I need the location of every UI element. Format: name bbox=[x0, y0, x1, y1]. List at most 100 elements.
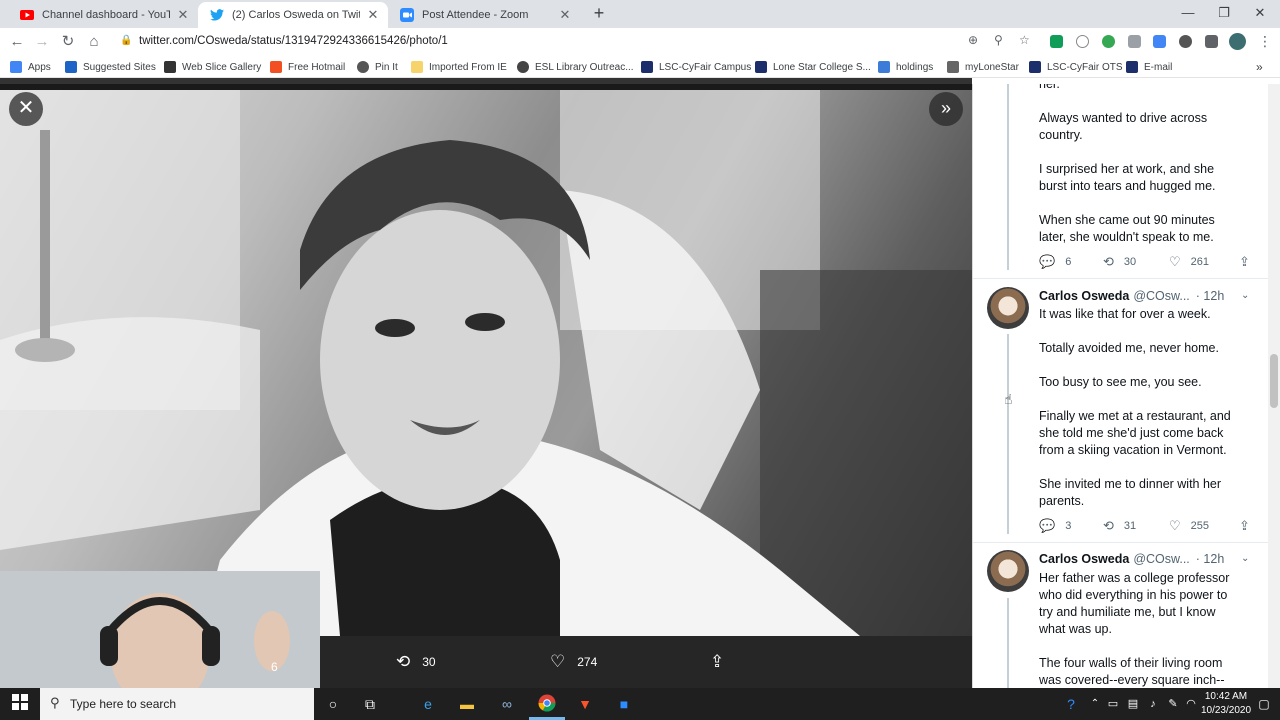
bookmark-lsc-cyfair-ots[interactable]: LSC-CyFair OTS bbox=[1029, 60, 1123, 74]
bookmark-label: Free Hotmail bbox=[288, 61, 346, 73]
pen-icon[interactable]: ✎ bbox=[1163, 694, 1183, 714]
back-button[interactable]: ← bbox=[7, 32, 27, 52]
reply-button[interactable]: 💬 6 bbox=[1039, 254, 1071, 270]
bookmark-web-slice-gallery[interactable]: Web Slice Gallery bbox=[164, 60, 261, 74]
star-logo-icon bbox=[641, 61, 653, 73]
tab-twitter[interactable]: (2) Carlos Osweda on Twitter: "H ✕ bbox=[198, 2, 388, 28]
network-icon[interactable]: ▤ bbox=[1123, 694, 1143, 714]
forward-button[interactable]: → bbox=[32, 32, 52, 52]
bookmark-star-icon[interactable]: ☆ bbox=[1019, 33, 1030, 47]
share-button[interactable]: ⇪ bbox=[1239, 254, 1260, 270]
photo-viewer: ✕ » ⟲ 30 ♡ 274 ⇪ AMERICA 6 bbox=[0, 84, 972, 688]
tab-youtube[interactable]: Channel dashboard - YouTube St ✕ bbox=[8, 2, 198, 28]
chrome-icon[interactable] bbox=[537, 694, 557, 714]
help-icon[interactable]: ? bbox=[1061, 694, 1081, 714]
bookmark-label: myLoneStar bbox=[965, 61, 1019, 73]
bookmark-apps[interactable]: Apps bbox=[10, 60, 51, 74]
reload-button[interactable]: ↻ bbox=[58, 32, 78, 52]
chevron-down-icon[interactable]: ⌄ bbox=[1241, 553, 1249, 564]
retweet-button[interactable]: ⟲ 30 bbox=[1103, 254, 1136, 270]
like-button[interactable]: ♡ 274 bbox=[550, 652, 597, 672]
tweet-time[interactable]: · 12h bbox=[1196, 289, 1225, 303]
bookmark-label: ESL Library Outreac... bbox=[535, 61, 634, 73]
scrollbar-thumb[interactable] bbox=[1270, 354, 1278, 408]
clock-date: 10/23/2020 bbox=[1200, 705, 1252, 716]
tray-icon[interactable]: ▭ bbox=[1103, 694, 1123, 714]
avatar[interactable] bbox=[987, 550, 1029, 592]
extension-icon[interactable] bbox=[1102, 35, 1115, 48]
profile-avatar[interactable] bbox=[1229, 33, 1246, 50]
window-close-button[interactable]: ✕ bbox=[1242, 0, 1278, 28]
brave-icon[interactable]: ▼ bbox=[575, 694, 595, 714]
close-icon[interactable]: ✕ bbox=[558, 7, 572, 23]
share-icon: ⇪ bbox=[1239, 518, 1250, 533]
tweet-divider bbox=[973, 278, 1280, 279]
close-photo-button[interactable]: ✕ bbox=[9, 92, 43, 126]
volume-icon[interactable]: ♪ bbox=[1143, 694, 1163, 714]
thread-scrollbar[interactable] bbox=[1268, 84, 1280, 688]
bookmark-lone-star-college[interactable]: Lone Star College S... bbox=[755, 60, 871, 74]
new-tab-button[interactable]: + bbox=[588, 4, 610, 24]
avatar[interactable] bbox=[987, 287, 1029, 329]
extension-icon[interactable] bbox=[1128, 35, 1141, 48]
tweet-time[interactable]: · 12h bbox=[1196, 552, 1225, 566]
extension-icon[interactable] bbox=[1050, 35, 1063, 48]
cast-icon[interactable]: ⊕ bbox=[968, 33, 978, 47]
author-name[interactable]: Carlos Osweda bbox=[1039, 289, 1129, 303]
tab-zoom[interactable]: Post Attendee - Zoom ✕ bbox=[388, 2, 580, 28]
bookmark-esl-library[interactable]: ESL Library Outreac... bbox=[517, 60, 634, 74]
home-button[interactable]: ⌂ bbox=[84, 32, 104, 52]
reply-button[interactable]: 💬 3 bbox=[1039, 518, 1071, 534]
cortana-icon[interactable]: ○ bbox=[323, 694, 343, 714]
zoom-app-icon[interactable]: ■ bbox=[614, 694, 634, 714]
address-bar[interactable]: 🔒 twitter.com/COsweda/status/13194729243… bbox=[112, 31, 1042, 53]
bookmark-lsc-cyfair-campus[interactable]: LSC-CyFair Campus bbox=[641, 60, 751, 74]
chevron-down-icon[interactable]: ⌄ bbox=[1241, 290, 1249, 301]
retweet-button[interactable]: ⟲ 31 bbox=[1103, 518, 1136, 534]
expand-thread-button[interactable]: » bbox=[929, 92, 963, 126]
tweet-photo[interactable] bbox=[0, 90, 972, 636]
tweet-actions: 💬 3 ⟲ 31 ♡ 255 ⇪ bbox=[1039, 518, 1253, 534]
bookmark-imported-from-ie[interactable]: Imported From IE bbox=[411, 60, 507, 74]
more-menu-icon[interactable]: ⋮ bbox=[1258, 33, 1272, 50]
task-view-icon[interactable]: ⧉ bbox=[360, 694, 380, 714]
minimize-button[interactable]: — bbox=[1170, 0, 1206, 28]
bookmark-holdings[interactable]: holdings bbox=[878, 60, 933, 74]
windows-start-icon[interactable] bbox=[10, 694, 30, 714]
extension-icon[interactable] bbox=[1179, 35, 1192, 48]
tweet-paragraph: Totally avoided me, never home. bbox=[1039, 341, 1219, 355]
author-handle[interactable]: @COsw... bbox=[1133, 552, 1189, 566]
bookmarks-overflow-icon[interactable]: » bbox=[1256, 60, 1263, 74]
like-button[interactable]: ♡ 255 bbox=[1169, 518, 1209, 534]
retweet-count: 30 bbox=[1123, 256, 1137, 268]
extension-icon[interactable] bbox=[1153, 35, 1166, 48]
app-icon[interactable]: ∞ bbox=[497, 694, 517, 714]
share-button[interactable]: ⇪ bbox=[1239, 518, 1260, 534]
author-name[interactable]: Carlos Osweda bbox=[1039, 552, 1129, 566]
puzzle-icon[interactable] bbox=[1205, 35, 1218, 48]
restore-button[interactable]: ❐ bbox=[1206, 0, 1242, 28]
bookmark-pin-it[interactable]: Pin It bbox=[357, 60, 398, 74]
share-button[interactable]: ⇪ bbox=[710, 652, 736, 672]
edge-icon[interactable]: e bbox=[418, 694, 438, 714]
close-icon[interactable]: ✕ bbox=[366, 7, 380, 23]
bookmark-mylonestar[interactable]: myLoneStar bbox=[947, 60, 1019, 74]
close-icon[interactable]: ✕ bbox=[176, 7, 190, 23]
taskbar: ⚲ Type here to search ○ ⧉ e ▬ ∞ ▼ ■ ? ⌃ … bbox=[0, 688, 1280, 720]
like-button[interactable]: ♡ 261 bbox=[1169, 254, 1209, 270]
zoom-icon[interactable]: ⚲ bbox=[994, 33, 1003, 47]
chevron-up-icon[interactable]: ⌃ bbox=[1085, 694, 1105, 714]
bookmark-e-mail[interactable]: E-mail bbox=[1126, 60, 1172, 74]
notification-icon[interactable]: ▢ bbox=[1254, 694, 1274, 714]
bookmark-suggested-sites[interactable]: Suggested Sites bbox=[65, 60, 156, 74]
taskbar-search[interactable]: ⚲ Type here to search bbox=[40, 688, 314, 720]
file-explorer-icon[interactable]: ▬ bbox=[457, 694, 477, 714]
like-count: 255 bbox=[1190, 520, 1210, 532]
extension-icon[interactable] bbox=[1076, 35, 1089, 48]
author-handle[interactable]: @COsw... bbox=[1133, 289, 1189, 303]
bookmarks-bar: Apps Suggested Sites Web Slice Gallery F… bbox=[0, 56, 1280, 78]
taskbar-clock[interactable]: 10:42 AM 10/23/2020 bbox=[1198, 690, 1254, 718]
retweet-button[interactable]: ⟲ 30 bbox=[396, 652, 436, 672]
bookmark-free-hotmail[interactable]: Free Hotmail bbox=[270, 60, 345, 74]
tweet-paragraph: She invited me to dinner with her parent… bbox=[1039, 477, 1222, 508]
